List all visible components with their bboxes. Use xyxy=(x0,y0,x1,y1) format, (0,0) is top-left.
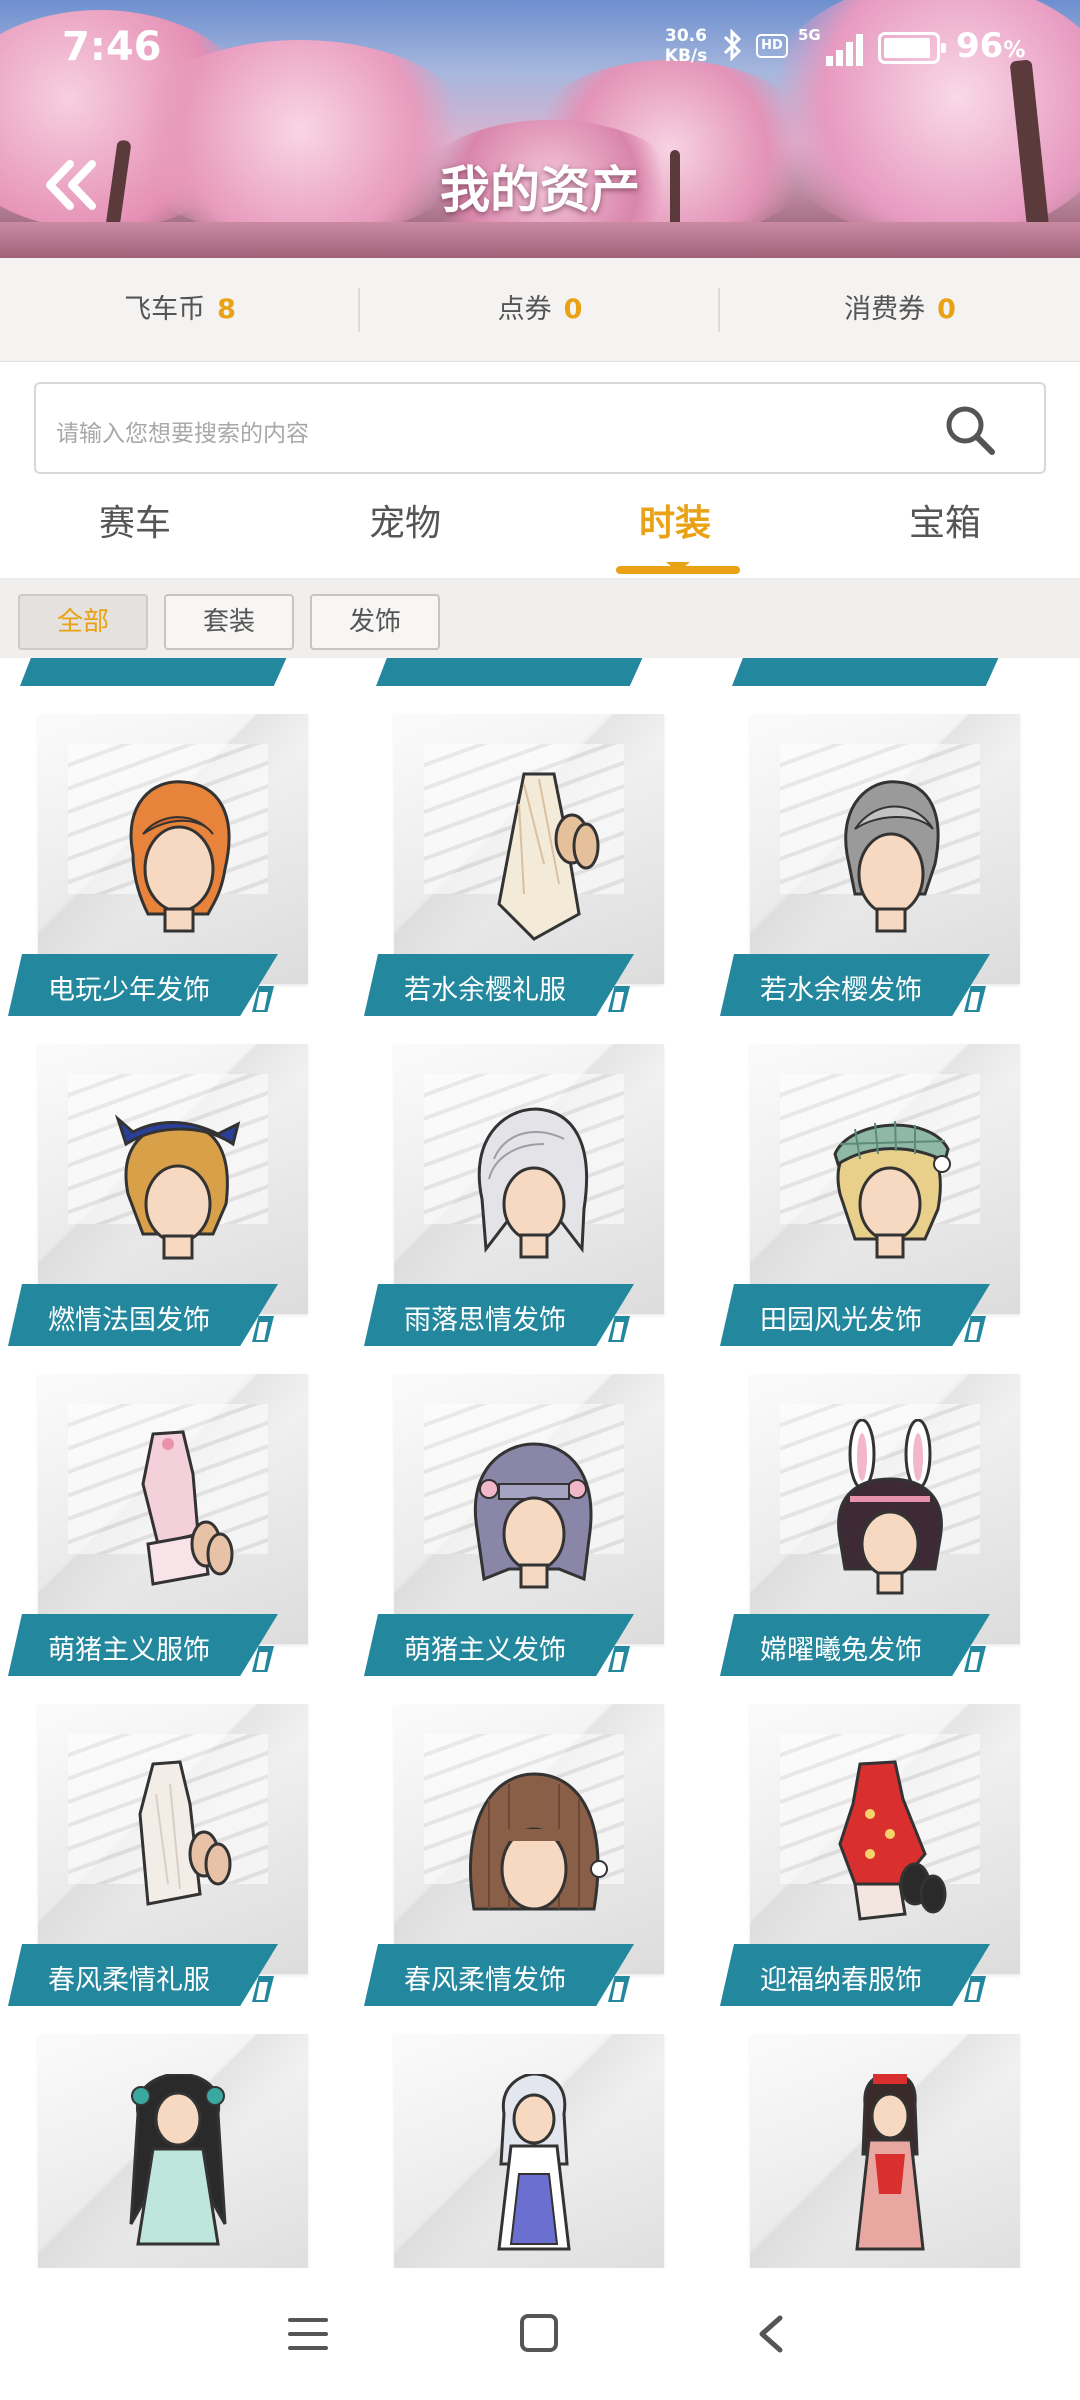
bluetooth-icon xyxy=(722,28,744,70)
network-speed: 30.6 KB/s xyxy=(664,26,708,66)
partial-item-label xyxy=(20,658,290,686)
search-input[interactable]: 请输入您想要搜索的内容 xyxy=(34,382,1046,474)
tab-cars[interactable]: 赛车 xyxy=(0,494,270,546)
menu-icon[interactable] xyxy=(288,2318,328,2354)
item-card[interactable] xyxy=(8,2034,312,2268)
home-icon[interactable] xyxy=(520,2314,558,2352)
item-label: 雨落思情发饰 xyxy=(364,1284,634,1346)
battery-percent: 96% xyxy=(956,26,1026,66)
item-card[interactable]: 雨落思情发饰 xyxy=(364,1044,668,1348)
app-screen: 7:46 30.6 KB/s HD 5G 96% 我的资产 飞车币 8 点券 0… xyxy=(0,0,1080,2400)
filter-hair-accessories[interactable]: 发饰 xyxy=(310,594,440,650)
header-banner: 7:46 30.6 KB/s HD 5G 96% 我的资产 xyxy=(0,0,1080,258)
item-card[interactable]: 迎福纳春服饰 xyxy=(720,1704,1024,2008)
signal-label: 5G xyxy=(798,26,821,44)
item-card[interactable]: 萌猪主义发饰 xyxy=(364,1374,668,1678)
back-icon[interactable] xyxy=(752,2312,792,2356)
item-card[interactable]: 嫦曜曦兔发饰 xyxy=(720,1374,1024,1678)
item-card[interactable] xyxy=(720,2034,1024,2268)
item-label: 萌猪主义发饰 xyxy=(364,1614,634,1676)
item-label: 若水余樱礼服 xyxy=(364,954,634,1016)
orange-hair-accessory-icon xyxy=(129,780,231,933)
currency-label: 消费券 xyxy=(844,294,926,325)
item-card[interactable]: 田园风光发饰 xyxy=(720,1044,1024,1348)
tab-fashion[interactable]: 时装 xyxy=(540,494,810,546)
item-card[interactable]: 燃情法国发饰 xyxy=(8,1044,312,1348)
item-label: 若水余樱发饰 xyxy=(720,954,990,1016)
lilac-hair-accessory-icon xyxy=(473,1442,593,1589)
item-label: 燃情法国发饰 xyxy=(8,1284,278,1346)
item-card[interactable]: 春风柔情礼服 xyxy=(8,1704,312,2008)
status-time: 7:46 xyxy=(62,24,162,70)
system-nav-bar xyxy=(0,2268,1080,2400)
bandana-hair-accessory-icon xyxy=(114,1114,241,1260)
active-tab-notch xyxy=(666,562,690,572)
item-label: 电玩少年发饰 xyxy=(8,954,278,1016)
item-card[interactable]: 若水余樱礼服 xyxy=(364,714,668,1018)
item-grid: 电玩少年发饰 若水余樱礼服 若水余樱发饰 燃情法国发饰 雨落思情发饰 田园风光发… xyxy=(0,658,1080,2268)
category-tabs: 赛车 宠物 时装 宝箱 xyxy=(0,478,1080,578)
search-placeholder: 请输入您想要搜索的内容 xyxy=(56,421,309,447)
currency-value: 0 xyxy=(937,294,956,325)
filter-all[interactable]: 全部 xyxy=(18,594,148,650)
currency-xiaofeiquan: 消费券 0 xyxy=(720,258,1080,362)
battery-icon xyxy=(878,32,946,64)
item-label: 萌猪主义服饰 xyxy=(8,1614,278,1676)
item-label: 春风柔情发饰 xyxy=(364,1944,634,2006)
signal-icon: 5G xyxy=(798,26,863,66)
currency-value: 8 xyxy=(217,294,236,325)
filter-row: 全部 套装 发饰 xyxy=(0,580,1080,658)
tab-chests[interactable]: 宝箱 xyxy=(810,494,1080,546)
status-bar: 7:46 30.6 KB/s HD 5G 96% xyxy=(0,0,1080,96)
pink-outfit-icon xyxy=(141,1430,234,1586)
currency-value: 0 xyxy=(563,294,583,325)
character-suit-icon xyxy=(855,2074,925,2251)
item-label: 迎福纳春服饰 xyxy=(720,1944,990,2006)
hd-badge: HD xyxy=(756,34,788,58)
currency-feichebi: 飞车币 8 xyxy=(0,258,360,362)
currency-label: 飞车币 xyxy=(124,294,206,325)
grey-hair-accessory-icon xyxy=(844,780,940,933)
partial-item-label xyxy=(732,658,1002,686)
bunny-ears-hair-accessory-icon xyxy=(837,1419,943,1595)
page-title: 我的资产 xyxy=(440,161,640,219)
item-label: 田园风光发饰 xyxy=(720,1284,990,1346)
tab-pets[interactable]: 宠物 xyxy=(270,494,540,546)
ground-decoration xyxy=(0,222,1080,258)
brown-long-hair-accessory-icon xyxy=(469,1772,608,1911)
currency-row: 飞车币 8 点券 0 消费券 0 xyxy=(0,258,1080,362)
sakura-dress-icon xyxy=(497,772,600,941)
currency-dianquan: 点券 0 xyxy=(360,258,720,362)
plaid-cap-hair-accessory-icon xyxy=(833,1120,951,1259)
silver-hair-accessory-icon xyxy=(477,1107,589,1259)
character-suit-icon xyxy=(129,2074,227,2246)
partial-item-label xyxy=(376,658,646,686)
search-icon[interactable] xyxy=(942,402,998,458)
red-qipao-outfit-icon xyxy=(838,1760,947,1921)
white-dress-icon xyxy=(138,1760,232,1906)
item-label: 春风柔情礼服 xyxy=(8,1944,278,2006)
item-label: 嫦曜曦兔发饰 xyxy=(720,1614,990,1676)
item-card[interactable]: 萌猪主义服饰 xyxy=(8,1374,312,1678)
item-card[interactable]: 春风柔情发饰 xyxy=(364,1704,668,2008)
filter-suits[interactable]: 套装 xyxy=(164,594,294,650)
currency-label: 点券 xyxy=(497,294,552,325)
item-card[interactable]: 电玩少年发饰 xyxy=(8,714,312,1018)
character-suit-icon xyxy=(497,2074,571,2251)
item-card[interactable]: 若水余樱发饰 xyxy=(720,714,1024,1018)
item-card[interactable] xyxy=(364,2034,668,2268)
